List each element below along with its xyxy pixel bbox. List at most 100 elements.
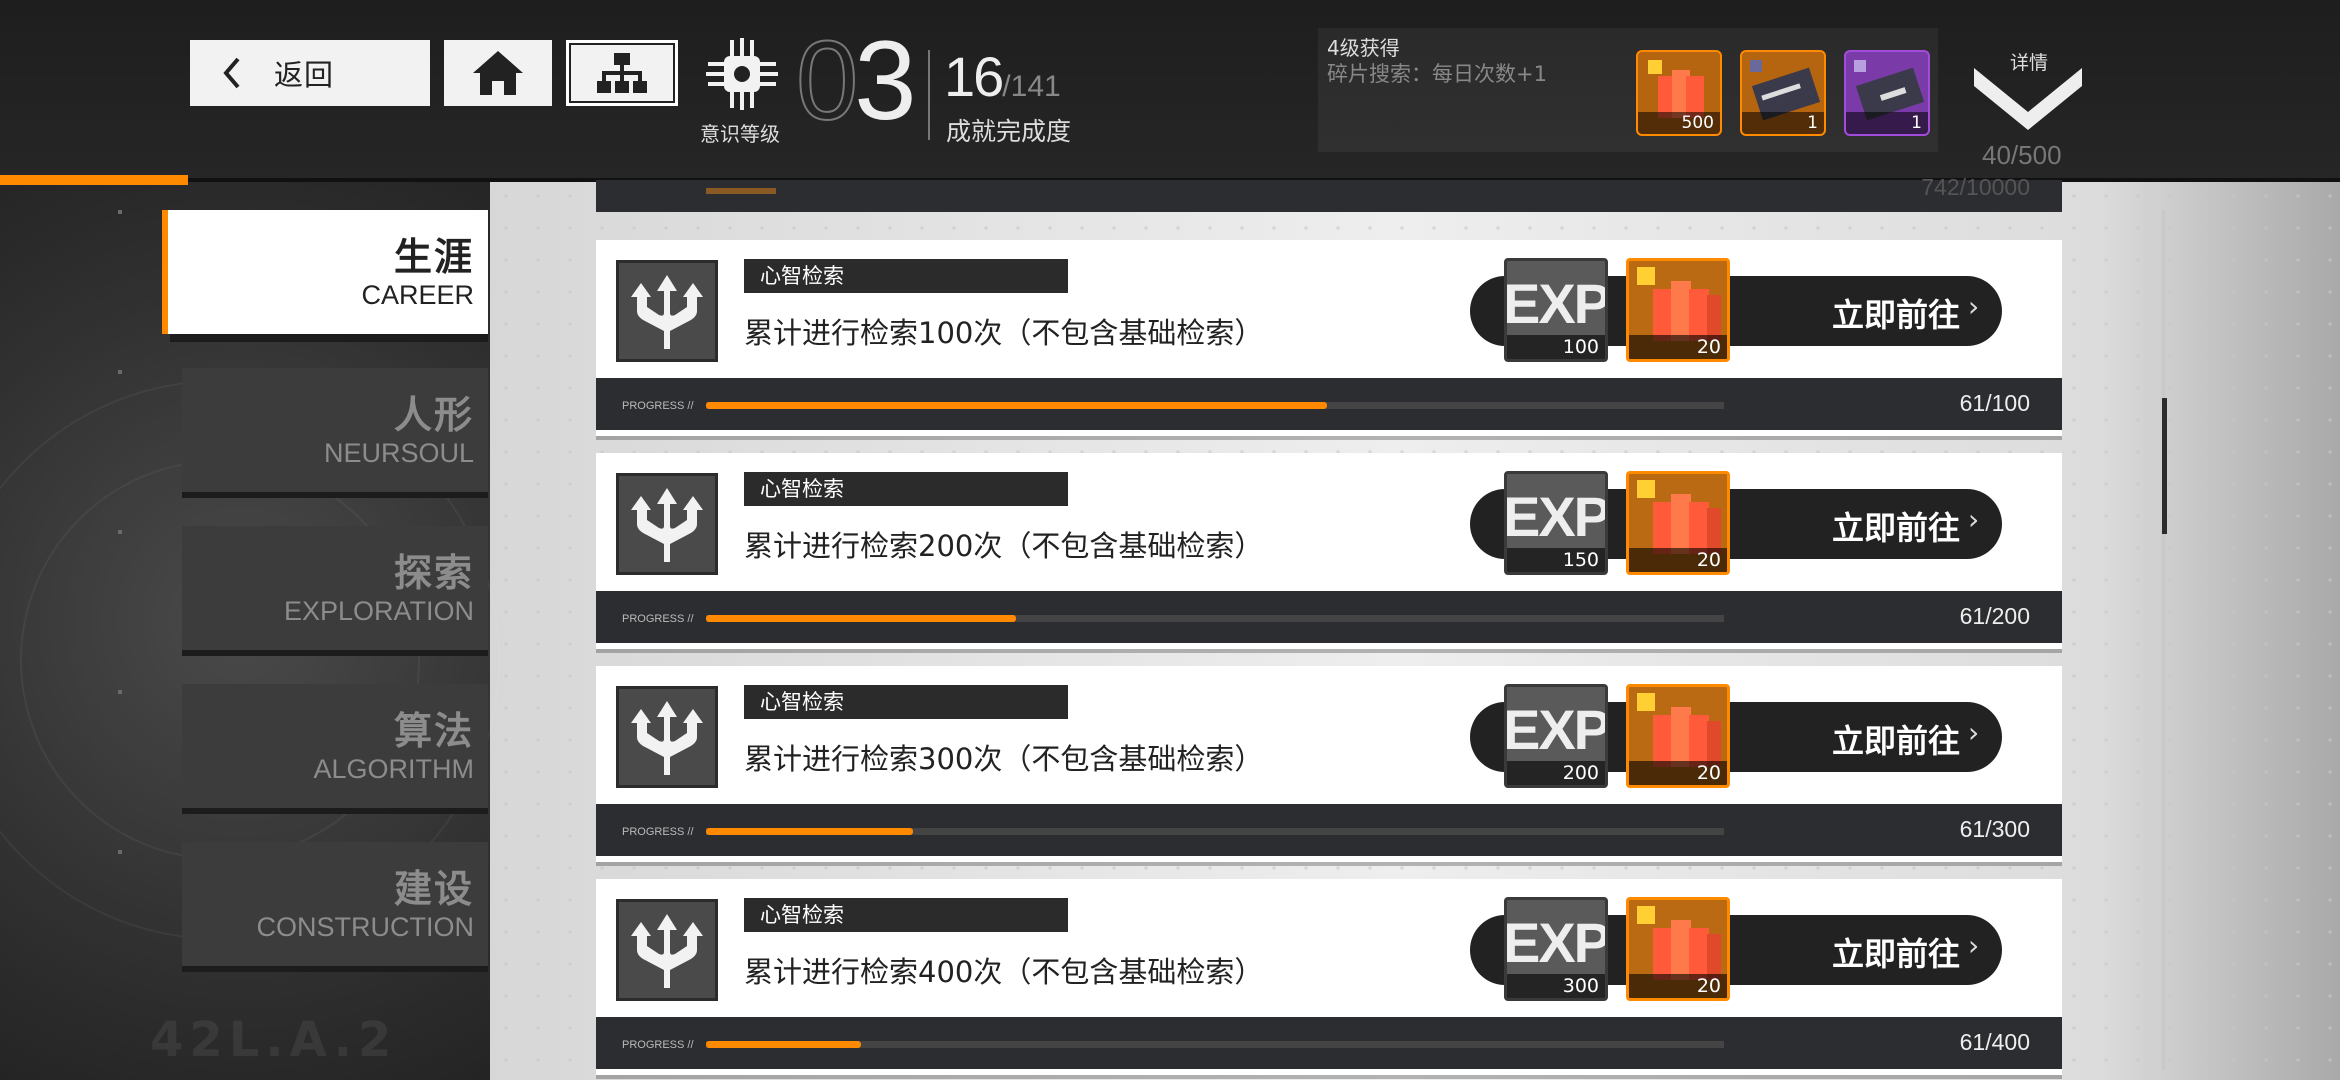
partial-achievement-card: 742/10000 xyxy=(596,174,2062,212)
sidebar-item-career[interactable]: 生涯 CAREER xyxy=(162,210,488,334)
chevron-down-icon[interactable] xyxy=(1970,60,2086,132)
hierarchy-icon xyxy=(597,53,647,93)
decor-dot xyxy=(118,690,122,694)
goto-label[interactable]: 立即前往 xyxy=(1832,503,1960,549)
achievement-current: 16 xyxy=(944,45,1004,108)
decor-dot xyxy=(118,850,122,854)
trident-icon xyxy=(631,275,703,349)
fragment-qty: 20 xyxy=(1629,974,1727,998)
achievement-card: 心智检索累计进行检索200次（不包含基础检索） 立即前往 › EXP 150 20 PROG… xyxy=(596,453,2062,649)
progress-label: PROGRESS // xyxy=(622,613,694,625)
exp-reward[interactable]: EXP 200 xyxy=(1504,684,1608,788)
sidebar-item-neursoul[interactable]: 人形 NEURSOUL xyxy=(182,368,488,492)
progress-track xyxy=(706,828,1724,835)
progress-track xyxy=(706,615,1724,622)
fragment-qty: 20 xyxy=(1629,548,1727,572)
progress-text: 61/300 xyxy=(1959,816,2030,842)
progress-label: PROGRESS // xyxy=(622,826,694,838)
decor-dot xyxy=(118,530,122,534)
achievement-card: 心智检索累计进行检索400次（不包含基础检索） 立即前往 › EXP 300 20 PROG… xyxy=(596,879,2062,1075)
scrollbar-track[interactable] xyxy=(2162,210,2165,1070)
chevron-right-icon: › xyxy=(1968,929,1980,962)
hierarchy-button[interactable] xyxy=(566,40,678,106)
progress-fill xyxy=(706,188,776,194)
chevron-right-icon: › xyxy=(1968,503,1980,536)
sidebar-item-label-cn: 算法 xyxy=(393,709,474,753)
trident-icon xyxy=(631,701,703,775)
level-number: 03 xyxy=(795,24,917,138)
fragment-reward[interactable]: 20 xyxy=(1626,471,1730,575)
achievement-label: 成就完成度 xyxy=(946,117,1072,146)
achievement-card: 心智检索 累计进行检索100次（不包含基础检索） 立即前往 › EXP 100 20 PROG… xyxy=(596,240,2062,436)
goto-label[interactable]: 立即前往 xyxy=(1832,290,1960,336)
chevron-right-icon: › xyxy=(1968,716,1980,749)
progress-fill xyxy=(706,828,913,835)
exp-qty: 300 xyxy=(1507,974,1605,998)
exp-qty: 150 xyxy=(1507,548,1605,572)
chevron-left-icon xyxy=(223,57,240,89)
progress-text: 742/10000 xyxy=(1921,174,2030,200)
reward-qty: 1 xyxy=(1742,112,1824,134)
back-label: 返回 xyxy=(274,58,335,92)
achievement-category: 心智检索 xyxy=(744,898,1068,932)
achievement-total: /141 xyxy=(1002,70,1061,103)
achievement-category: 心智检索 xyxy=(744,259,1068,293)
level-digit: 3 xyxy=(854,18,916,143)
scrollbar-thumb[interactable] xyxy=(2162,398,2167,534)
achievement-description: 累计进行检索300次（不包含基础检索） xyxy=(744,742,1264,776)
progress-fill xyxy=(706,615,1017,622)
progress-bar: PROGRESS // 61/300 xyxy=(596,804,2062,856)
goto-label[interactable]: 立即前往 xyxy=(1832,716,1960,762)
sidebar-item-algorithm[interactable]: 算法 ALGORITHM xyxy=(182,684,488,808)
exp-reward[interactable]: EXP 150 xyxy=(1504,471,1608,575)
exp-label: EXP xyxy=(1504,697,1608,761)
sidebar-item-exploration[interactable]: 探索 EXPLORATION xyxy=(182,526,488,650)
progress-label: PROGRESS // xyxy=(622,1039,694,1051)
sidebar-item-label-en: EXPLORATION xyxy=(283,596,474,626)
achievement-type-icon-box xyxy=(616,260,718,362)
progress-fill xyxy=(706,402,1327,409)
exp-reward[interactable]: EXP 100 xyxy=(1504,258,1608,362)
reward-qty: 1 xyxy=(1846,112,1928,134)
achievement-description: 累计进行检索200次（不包含基础检索） xyxy=(744,529,1264,563)
exp-reward[interactable]: EXP 300 xyxy=(1504,897,1608,1001)
progress-bar: PROGRESS // 61/200 xyxy=(596,591,2062,643)
progress-track xyxy=(706,402,1724,409)
fragment-qty: 20 xyxy=(1629,335,1727,359)
decor-dot xyxy=(118,370,122,374)
exp-qty: 200 xyxy=(1507,761,1605,785)
level-digit-outline: 0 xyxy=(795,18,859,143)
level-label: 意识等级 xyxy=(700,122,780,146)
fragment-reward[interactable]: 20 xyxy=(1626,897,1730,1001)
home-icon xyxy=(473,51,523,95)
progress-bar: PROGRESS // 61/100 xyxy=(596,378,2062,430)
reward-item-fragment[interactable]: 500 xyxy=(1636,50,1722,136)
sidebar-item-label-cn: 建设 xyxy=(393,867,474,911)
reward-description: 碎片搜索：每日次数+1 xyxy=(1327,62,1547,86)
achievement-category: 心智检索 xyxy=(744,472,1068,506)
progress-fill xyxy=(706,1041,862,1048)
chevron-right-icon: › xyxy=(1968,290,1980,323)
home-button[interactable] xyxy=(444,40,552,106)
reward-item-instruction[interactable]: 1 xyxy=(1740,50,1826,136)
fragment-qty: 20 xyxy=(1629,761,1727,785)
sidebar-item-label-cn: 探索 xyxy=(393,551,474,595)
reward-qty: 500 xyxy=(1638,112,1720,134)
back-button[interactable]: 返回 xyxy=(190,40,430,106)
progress-label: PROGRESS // xyxy=(622,400,694,412)
reward-item-basic[interactable]: 1 xyxy=(1844,50,1930,136)
decor-dot xyxy=(118,210,122,214)
achievement-type-icon-box xyxy=(616,473,718,575)
sidebar-item-construction[interactable]: 建设 CONSTRUCTION xyxy=(182,842,488,966)
progress-bar: PROGRESS // 61/400 xyxy=(596,1017,2062,1069)
exp-label: EXP xyxy=(1504,271,1608,335)
fragment-reward[interactable]: 20 xyxy=(1626,258,1730,362)
exp-label: EXP xyxy=(1504,484,1608,548)
goto-label[interactable]: 立即前往 xyxy=(1832,929,1960,975)
sidebar-item-label-en: CONSTRUCTION xyxy=(256,912,475,942)
achievement-category: 心智检索 xyxy=(744,685,1068,719)
achievement-type-icon-box xyxy=(616,899,718,1001)
watermark: 42L.A.2 xyxy=(150,1012,398,1068)
achievement-description: 累计进行检索400次（不包含基础检索） xyxy=(744,955,1264,989)
fragment-reward[interactable]: 20 xyxy=(1626,684,1730,788)
